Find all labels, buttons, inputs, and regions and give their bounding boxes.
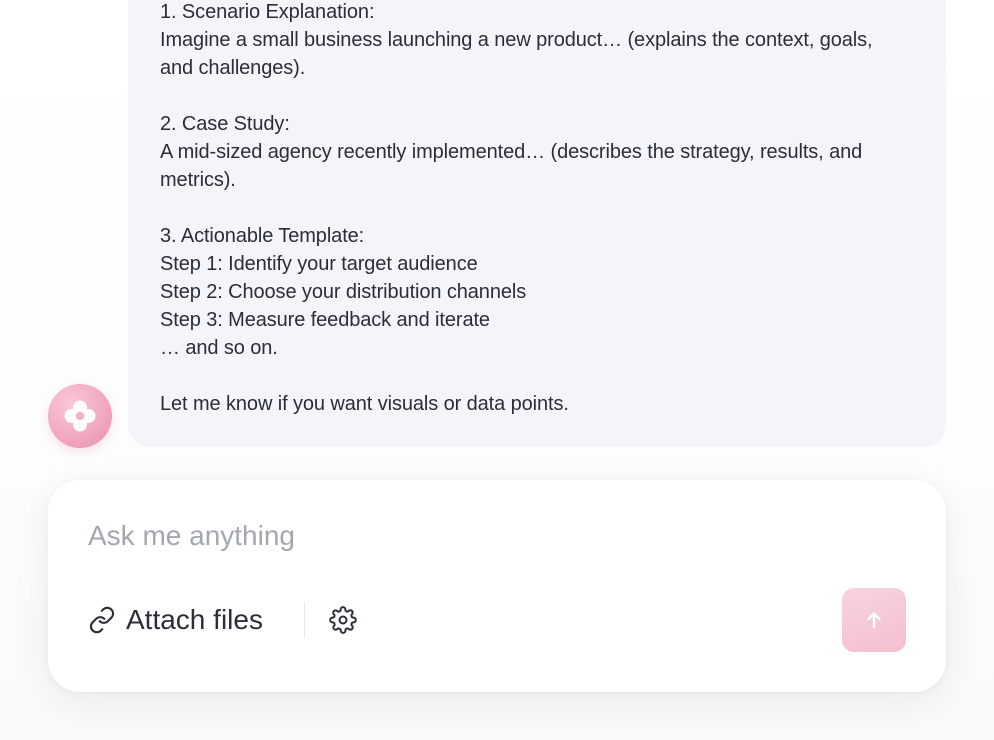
attach-files-label: Attach files [126,604,263,635]
message-line [160,194,914,222]
toolbar-divider [304,602,305,638]
message-line: metrics). [160,169,236,191]
send-button[interactable] [842,588,906,652]
message-line: 2. Case Study: [160,113,290,135]
message-line [160,362,914,390]
message-line: … and so on. [160,337,278,359]
arrow-up-icon [867,612,881,629]
message-line [160,82,914,110]
flower-logo-icon [64,400,96,432]
message-line: 1. Scenario Explanation: [160,1,375,23]
assistant-message-text: 1. Scenario Explanation: Imagine a small… [160,0,914,418]
message-line: A mid-sized agency recently implemented…… [160,141,863,163]
link-icon [89,606,115,634]
prompt-input[interactable] [88,516,848,556]
message-line: Step 2: Choose your distribution channel… [160,281,527,303]
message-line: Step 3: Measure feedback and iterate [160,309,490,331]
settings-button[interactable] [328,605,358,635]
message-line: Step 1: Identify your target audience [160,253,478,275]
chat-page: 1. Scenario Explanation: Imagine a small… [0,0,994,740]
assistant-avatar [48,384,112,448]
gear-icon [329,606,357,634]
message-line: 3. Actionable Template: [160,225,365,247]
assistant-message-bubble: 1. Scenario Explanation: Imagine a small… [128,0,946,447]
message-line: and challenges). [160,57,306,79]
message-line: Let me know if you want visuals or data … [160,393,569,415]
attach-files-button[interactable]: Attach files [88,598,263,642]
message-line: Imagine a small business launching a new… [160,29,873,51]
message-composer: Attach files [48,480,946,692]
